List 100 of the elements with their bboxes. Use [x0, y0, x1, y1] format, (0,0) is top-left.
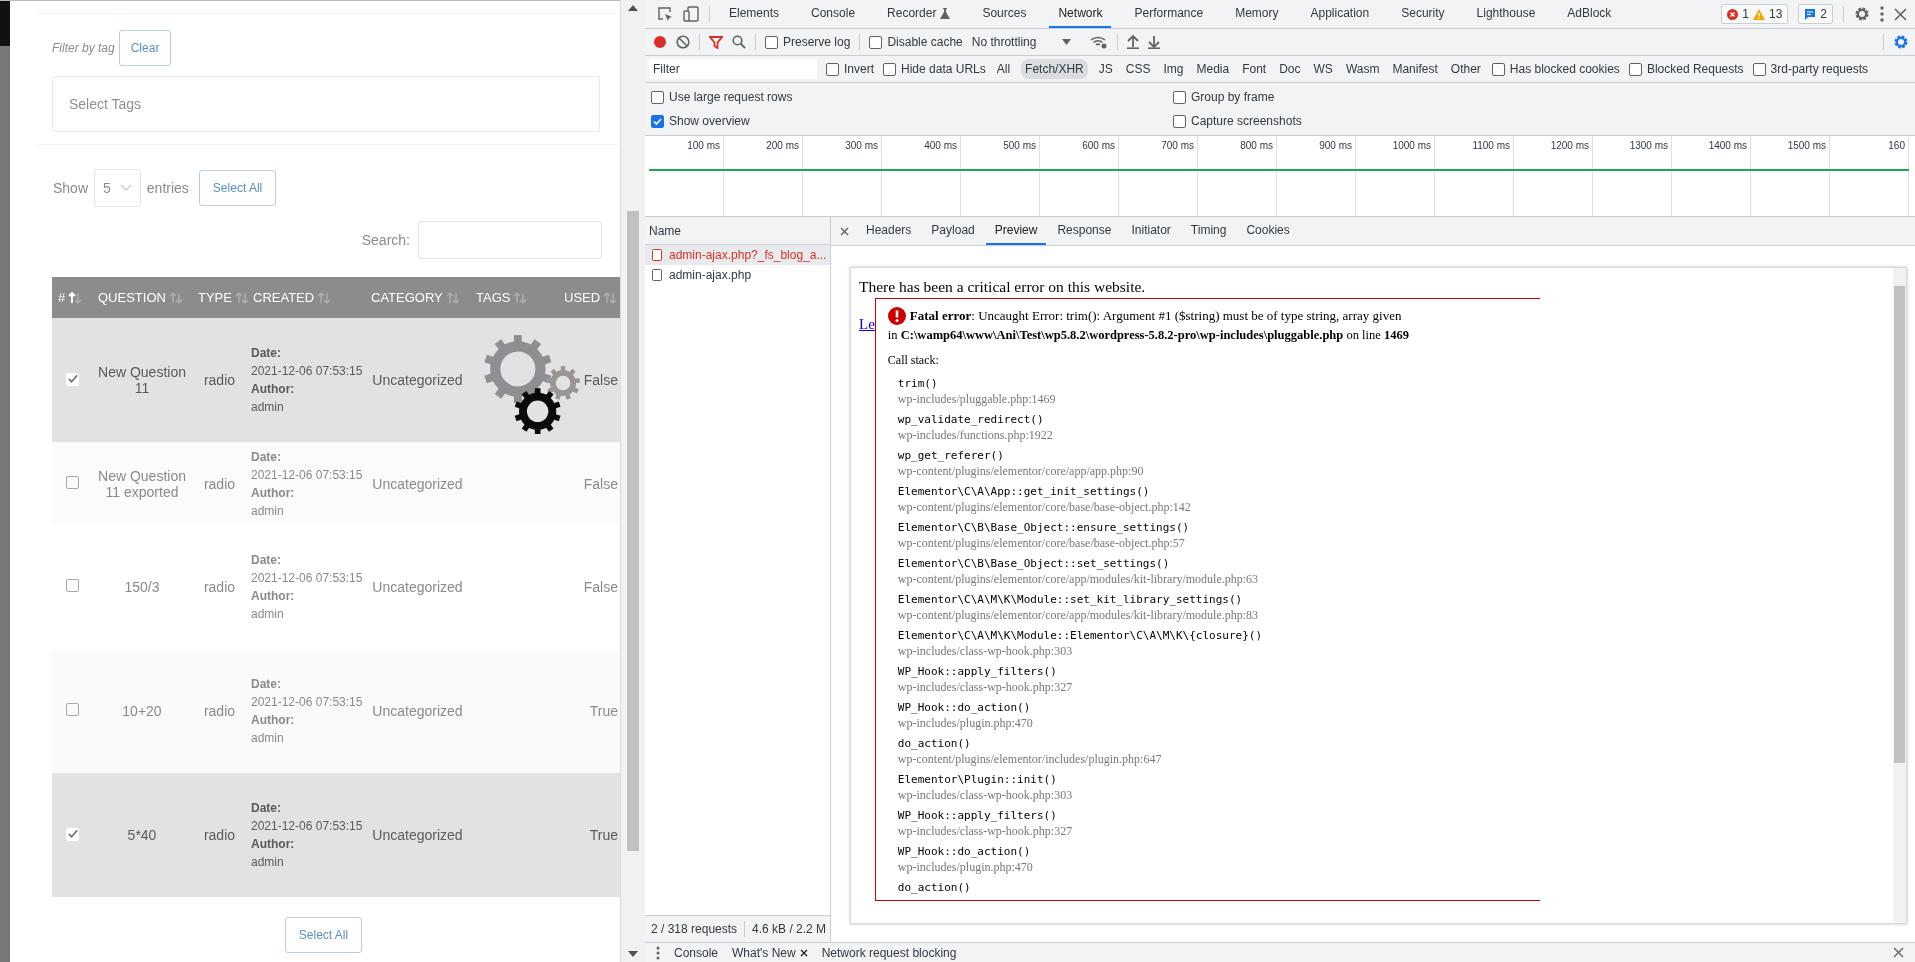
- type-filter-button[interactable]: Font: [1240, 59, 1269, 79]
- type-filter-button[interactable]: All: [994, 59, 1013, 79]
- link[interactable]: Le: [859, 316, 875, 333]
- drawer-tab[interactable]: Console: [674, 945, 719, 960]
- stack-function: do_action(): [897, 880, 972, 895]
- messages-counter[interactable]: 2: [1798, 4, 1833, 24]
- column-header[interactable]: Name: [649, 223, 681, 238]
- drawer-tab[interactable]: Network request blocking: [821, 945, 957, 960]
- detail-tab[interactable]: Cookies: [1237, 217, 1299, 245]
- detail-tab[interactable]: Response: [1048, 217, 1121, 245]
- row-checkbox[interactable]: [65, 703, 79, 716]
- detail-tab[interactable]: Headers: [857, 217, 921, 245]
- filter-checkbox[interactable]: 3rd-party requests: [1752, 62, 1868, 76]
- question-cell: 5*40: [127, 827, 157, 843]
- panel-tab[interactable]: Security: [1392, 0, 1454, 28]
- option-checkbox[interactable]: Group by frame: [1173, 90, 1693, 104]
- type-filter-button[interactable]: Img: [1161, 59, 1186, 79]
- record-button[interactable]: [653, 35, 667, 49]
- search-icon[interactable]: [732, 35, 746, 49]
- checkmark-icon: [66, 828, 78, 840]
- invert-checkbox[interactable]: Invert: [826, 62, 874, 76]
- more-options-icon[interactable]: [1880, 6, 1884, 22]
- request-row[interactable]: admin-ajax.php?_fs_blog_a...: [645, 245, 830, 265]
- tags-select-field[interactable]: Select Tags: [52, 76, 600, 132]
- type-filter-button[interactable]: WS: [1311, 59, 1335, 79]
- clear-button[interactable]: Clear: [118, 30, 172, 66]
- type-cell: radio: [203, 372, 236, 388]
- panel-tab[interactable]: Application: [1301, 0, 1379, 28]
- stack-function: Elementor\C\A\App::get_init_settings(): [897, 484, 1151, 499]
- option-checkbox[interactable]: Use large request rows: [651, 90, 1161, 104]
- type-filter-button[interactable]: Other: [1448, 59, 1483, 79]
- throttling-dropdown[interactable]: No throttling: [971, 35, 1072, 49]
- filter-checkbox[interactable]: Blocked Requests: [1628, 62, 1744, 76]
- panel-tab[interactable]: Performance: [1125, 0, 1213, 28]
- stack-file: wp-content/plugins/elementor/core/app/modules/kit-library/module.php:63: [897, 571, 1260, 587]
- date-label: Date:: [251, 801, 281, 815]
- timeline-tick-label: 1000 ms: [1392, 140, 1431, 151]
- filter-checkbox[interactable]: Has blocked cookies: [1491, 62, 1620, 76]
- filter-field[interactable]: Filter: [649, 59, 817, 79]
- preserve-log-checkbox[interactable]: Preserve log: [765, 35, 851, 49]
- select-all-button[interactable]: Select All: [284, 917, 363, 953]
- scrollbar[interactable]: [620, 0, 645, 962]
- upload-icon[interactable]: [1127, 35, 1140, 49]
- timeline-tick-label: 800 ms: [1240, 140, 1273, 151]
- row-checkbox[interactable]: [65, 475, 79, 489]
- select-all-button[interactable]: Select All: [198, 170, 277, 206]
- panel-tab[interactable]: Elements: [720, 0, 789, 28]
- option-checkbox[interactable]: Show overview: [651, 114, 1161, 128]
- author-label: Author:: [251, 837, 295, 851]
- timeline-tick-label: 1400 ms: [1708, 140, 1747, 151]
- option-checkbox[interactable]: Capture screenshots: [1173, 114, 1693, 128]
- sort-arrows-icon[interactable]: [68, 291, 83, 304]
- category-cell: Uncategorized: [372, 475, 463, 492]
- type-filter-button[interactable]: Media: [1194, 59, 1232, 79]
- scroll-down-icon[interactable]: [628, 951, 638, 957]
- search-field[interactable]: [418, 221, 602, 259]
- author-label: Author:: [251, 713, 295, 727]
- scroll-up-icon[interactable]: [628, 5, 638, 11]
- panel-tab[interactable]: Console: [802, 0, 865, 28]
- type-filter-button[interactable]: Doc: [1277, 59, 1303, 79]
- clear-icon[interactable]: [676, 35, 690, 49]
- filter-icon[interactable]: [709, 35, 723, 49]
- checkmark-icon: [66, 373, 78, 385]
- type-filter-button[interactable]: Fetch/XHR: [1021, 59, 1088, 79]
- panel-tab[interactable]: Sources: [973, 0, 1036, 28]
- more-options-icon[interactable]: [656, 945, 660, 960]
- wifi-settings-icon[interactable]: [1090, 35, 1109, 49]
- panel-tab[interactable]: Lighthouse: [1467, 0, 1545, 28]
- panel-tab[interactable]: Recorder: [878, 0, 960, 28]
- settings-icon[interactable]: [1854, 6, 1870, 22]
- hide-data-urls-checkbox[interactable]: Hide data URLs: [883, 62, 986, 76]
- timeline-overview[interactable]: 100 ms 200 ms 300 ms 400 ms 500 ms 600 ms 700 ms 800 ms 900 ms 1000 ms 1100 ms 1200 ms 1300 ms 1400 ms 1500 ms 160: [645, 136, 1915, 217]
- download-icon[interactable]: [1148, 35, 1161, 49]
- detail-tab[interactable]: Timing: [1181, 217, 1236, 245]
- panel-tab[interactable]: Network: [1049, 0, 1112, 28]
- settings-icon[interactable]: [1893, 34, 1909, 50]
- panel-tab[interactable]: AdBlock: [1558, 0, 1621, 28]
- drawer-tab[interactable]: What's New: [732, 945, 808, 960]
- close-icon[interactable]: [799, 948, 808, 957]
- disable-cache-checkbox[interactable]: Disable cache: [869, 35, 963, 49]
- error-heading: There has been a critical error on this website.: [859, 278, 1147, 296]
- row-checkbox[interactable]: [65, 579, 79, 592]
- inspect-element-icon[interactable]: [657, 6, 673, 22]
- type-filter-button[interactable]: JS: [1096, 59, 1115, 79]
- type-filter-button[interactable]: CSS: [1123, 59, 1153, 79]
- detail-tab[interactable]: Initiator: [1122, 217, 1180, 245]
- stack-file: wp-includes/plugin.php:470: [897, 715, 1034, 731]
- type-filter-button[interactable]: Manifest: [1390, 59, 1440, 79]
- message-count: 2: [1820, 7, 1827, 21]
- author-value: admin: [251, 503, 284, 518]
- timeline-tick-label: 500 ms: [1003, 140, 1036, 151]
- request-row[interactable]: admin-ajax.php: [645, 265, 830, 285]
- detail-tab[interactable]: Payload: [922, 217, 984, 245]
- panel-tab[interactable]: Memory: [1226, 0, 1288, 28]
- show-label: Show: [53, 180, 89, 196]
- issues-counter[interactable]: 1 13: [1721, 4, 1789, 24]
- device-toolbar-icon[interactable]: [683, 6, 699, 22]
- stack-function: WP_Hook::apply_filters(): [897, 664, 1058, 679]
- scrollbar[interactable]: [1893, 268, 1906, 923]
- type-filter-button[interactable]: Wasm: [1343, 59, 1382, 79]
